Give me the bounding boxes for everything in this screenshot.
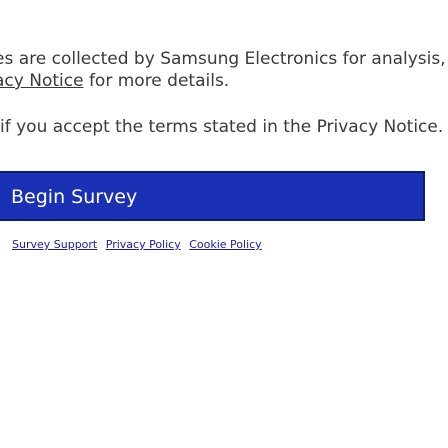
notice-line-2-text: for more details. — [83, 71, 230, 91]
begin-survey-button[interactable]: Begin Survey — [0, 171, 425, 221]
consent-statement: if you accept the terms stated in the Pr… — [0, 117, 444, 137]
footer-links: Survey Support Privacy Policy Cookie Pol… — [12, 238, 267, 252]
data-collection-notice: es are collected by Samsung Electronics … — [0, 48, 448, 92]
privacy-notice-link[interactable]: acy Notice — [0, 71, 84, 91]
privacy-policy-link[interactable]: Privacy Policy — [106, 238, 181, 251]
survey-support-link[interactable]: Survey Support — [12, 238, 97, 251]
cookie-policy-link[interactable]: Cookie Policy — [189, 238, 261, 251]
notice-line-1: es are collected by Samsung Electronics … — [0, 49, 448, 69]
survey-intro-page: es are collected by Samsung Electronics … — [0, 0, 448, 448]
notice-line-2: acy Notice for more details. — [0, 70, 448, 92]
